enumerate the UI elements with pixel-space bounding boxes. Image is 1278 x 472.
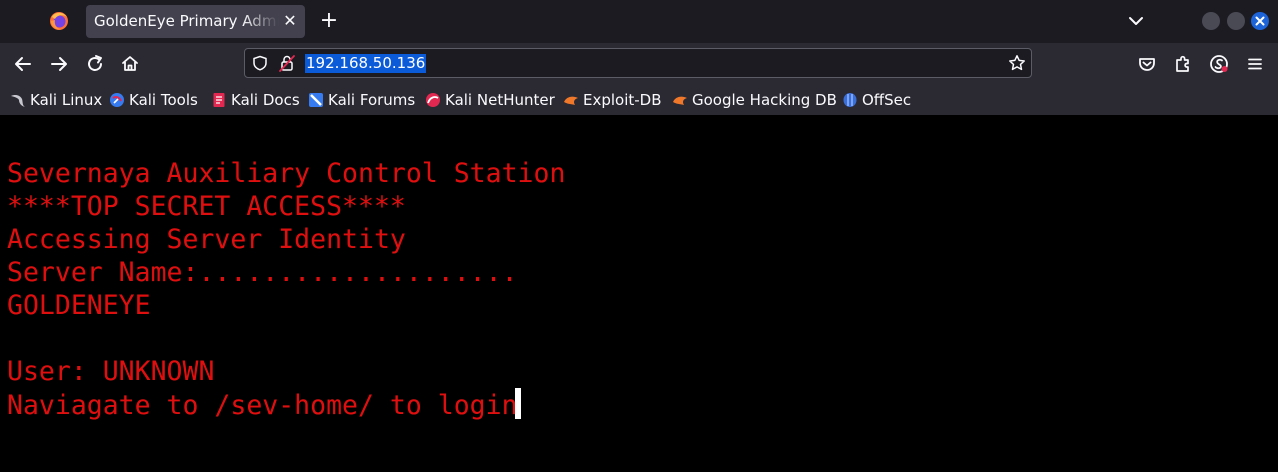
access-level-line: ****TOP SECRET ACCESS****: [7, 191, 406, 222]
bookmark-label: OffSec: [862, 91, 912, 109]
bookmark-label: Kali NetHunter: [445, 91, 555, 109]
window-close-button[interactable]: [1251, 12, 1269, 30]
exploit-db-icon: [564, 96, 578, 105]
tab-strip: GoldenEye Primary Admin Server ✕ +: [0, 0, 1278, 43]
bookmark-label: Google Hacking DB: [692, 91, 837, 109]
page-content: Severnaya Auxiliary Control Station ****…: [0, 115, 1278, 472]
offsec-icon: [843, 93, 857, 107]
reload-icon[interactable]: [84, 53, 106, 75]
bookmark-exploit-db[interactable]: Exploit-DB: [563, 90, 662, 110]
lock-icon[interactable]: [279, 54, 295, 72]
maximize-button[interactable]: [1227, 12, 1245, 30]
close-icon[interactable]: ✕: [281, 12, 299, 30]
server-name-value: GOLDENEYE: [7, 290, 151, 321]
chevron-down-icon[interactable]: [1127, 12, 1145, 30]
kali-tools-icon: [110, 93, 124, 107]
tab-title: GoldenEye Primary Admin Server: [94, 12, 279, 30]
bookmarks-toolbar: Kali Linux Kali Tools Kali Docs Kali For…: [0, 84, 1278, 115]
shield-icon[interactable]: [252, 55, 268, 71]
bookmark-label: Exploit-DB: [583, 91, 662, 109]
bookmark-google-hacking-db[interactable]: Google Hacking DB: [672, 90, 837, 110]
bookmark-label: Kali Linux: [30, 91, 103, 109]
bookmark-kali-tools[interactable]: Kali Tools: [109, 90, 198, 110]
firefox-icon[interactable]: [49, 11, 69, 31]
account-icon[interactable]: [1208, 53, 1230, 75]
url-text[interactable]: 192.168.50.136: [305, 54, 427, 73]
server-name-label: Server Name:....................: [7, 257, 518, 288]
active-tab[interactable]: GoldenEye Primary Admin Server ✕: [86, 5, 305, 38]
window-close-icon: [1255, 16, 1265, 26]
nethunter-icon: [426, 93, 440, 107]
kali-forums-icon: [309, 93, 323, 107]
hamburger-menu-icon[interactable]: [1244, 53, 1266, 75]
plus-icon[interactable]: +: [318, 10, 340, 32]
tabstrip-drag-area[interactable]: [0, 0, 42, 43]
star-icon[interactable]: [1008, 54, 1026, 72]
bookmark-kali-nethunter[interactable]: Kali NetHunter: [425, 90, 555, 110]
navigation-toolbar: 192.168.50.136: [0, 43, 1278, 84]
bookmark-label: Kali Forums: [328, 91, 416, 109]
home-icon[interactable]: [119, 53, 141, 75]
kali-dragon-icon: [11, 95, 25, 107]
text-cursor: [514, 388, 521, 419]
forward-arrow-icon[interactable]: [48, 53, 70, 75]
bookmark-kali-forums[interactable]: Kali Forums: [308, 90, 415, 110]
minimize-button[interactable]: [1202, 12, 1220, 30]
bookmark-kali-docs[interactable]: Kali Docs: [211, 90, 300, 110]
accessing-identity-line: Accessing Server Identity: [7, 224, 406, 255]
back-arrow-icon[interactable]: [12, 53, 34, 75]
ghdb-icon: [673, 96, 687, 105]
station-title: Severnaya Auxiliary Control Station: [7, 158, 566, 189]
navigation-hint-text: Naviagate to /sev-home/ to login: [7, 390, 518, 421]
puzzle-icon[interactable]: [1172, 53, 1194, 75]
bookmark-kali-linux[interactable]: Kali Linux: [10, 90, 102, 110]
bookmark-label: Kali Docs: [231, 91, 300, 109]
user-status-line: User: UNKNOWN: [7, 356, 215, 387]
navigation-hint-line: Naviagate to /sev-home/ to login: [7, 388, 521, 422]
bookmark-label: Kali Tools: [129, 91, 198, 109]
address-bar[interactable]: 192.168.50.136: [244, 48, 1032, 78]
bookmark-offsec[interactable]: OffSec: [842, 90, 911, 110]
pocket-icon[interactable]: [1136, 53, 1158, 75]
kali-docs-icon: [213, 93, 225, 107]
